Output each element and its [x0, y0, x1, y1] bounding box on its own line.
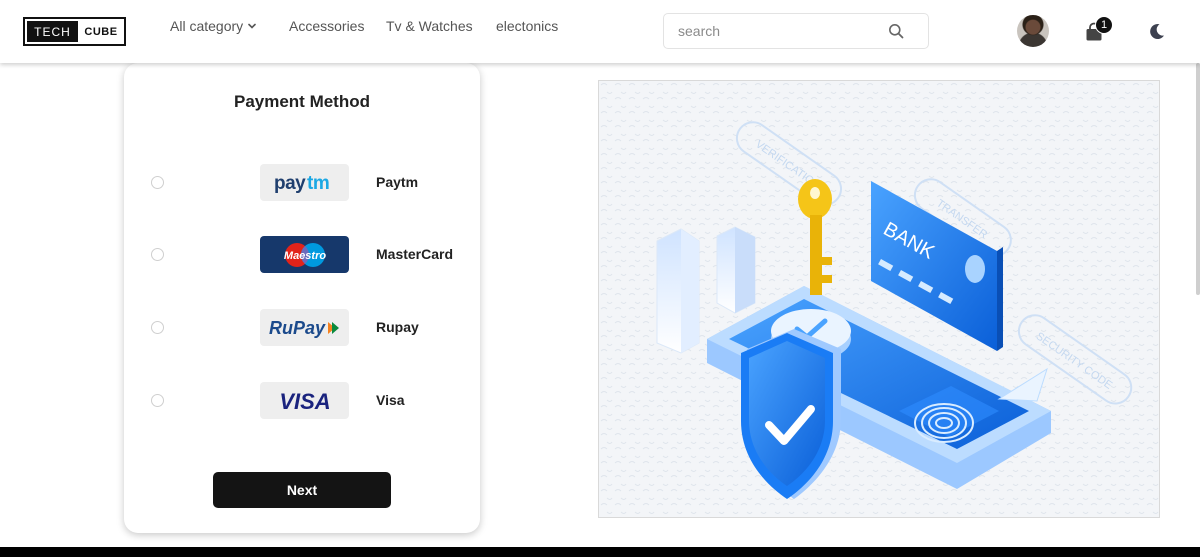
user-avatar[interactable]: [1017, 15, 1049, 47]
paytm-radio[interactable]: [151, 176, 164, 189]
payment-option-paytm[interactable]: pay tm Paytm: [124, 164, 480, 201]
mastercard-radio[interactable]: [151, 248, 164, 261]
paytm-label: Paytm: [376, 174, 419, 190]
maestro-logo: Maestro: [260, 236, 349, 273]
nav-electronics[interactable]: electonics: [496, 18, 558, 34]
mastercard-label: MasterCard: [376, 246, 454, 262]
payment-option-visa[interactable]: VISA Visa: [124, 382, 480, 419]
nav-all-category-label: All category: [170, 18, 244, 34]
payment-option-rupay[interactable]: RuPay Rupay: [124, 309, 480, 346]
rupay-logo: RuPay: [260, 309, 349, 346]
maestro-logo-mark: Maestro: [283, 242, 326, 267]
svg-text:VISA: VISA: [279, 390, 330, 412]
search-icon[interactable]: [888, 23, 904, 39]
cart-count-badge: 1: [1095, 16, 1113, 34]
secure-payment-art: VERIFICATION TRANSFER SECURITY CODE BANK: [599, 81, 1159, 517]
svg-text:pay: pay: [274, 173, 306, 194]
moon-icon[interactable]: [1148, 23, 1165, 40]
top-navbar: TECH CUBE All category Accessories Tv & …: [0, 0, 1200, 63]
visa-logo: VISA: [260, 382, 349, 419]
nav-accessories[interactable]: Accessories: [289, 18, 364, 34]
svg-text:tm: tm: [307, 173, 329, 194]
next-button[interactable]: Next: [213, 472, 391, 508]
rupay-radio[interactable]: [151, 321, 164, 334]
rupay-logo-mark: RuPay: [269, 318, 339, 338]
payment-method-title: Payment Method: [233, 92, 371, 111]
paytm-logo: pay tm: [260, 164, 349, 201]
cart-button[interactable]: 1: [1084, 16, 1116, 46]
paytm-logo-mark: pay tm: [274, 173, 330, 194]
nav-tv-watches[interactable]: Tv & Watches: [386, 18, 473, 34]
tech-cube-logo[interactable]: TECH CUBE: [23, 17, 126, 46]
svg-text:Maestro: Maestro: [283, 250, 325, 262]
secure-payment-illustration: VERIFICATION TRANSFER SECURITY CODE BANK: [598, 80, 1160, 518]
payment-method-card: Payment Method pay tm Paytm Maestro Mast…: [124, 63, 480, 533]
bottom-bar: [0, 547, 1200, 557]
svg-text:RuPay: RuPay: [269, 318, 326, 338]
visa-radio[interactable]: [151, 394, 164, 407]
nav-accessories-label: Accessories: [289, 18, 365, 34]
search-input[interactable]: [678, 23, 888, 39]
payment-option-mastercard[interactable]: Maestro MasterCard: [124, 236, 480, 273]
chevron-down-icon: [248, 23, 256, 29]
page-scrollbar[interactable]: [1196, 63, 1200, 295]
nav-tv-watches-label: Tv & Watches: [386, 18, 473, 34]
nav-all-category[interactable]: All category: [170, 18, 257, 34]
nav-electronics-label: electonics: [496, 18, 559, 34]
logo-tech-text: TECH: [27, 21, 78, 42]
visa-label: Visa: [376, 392, 405, 408]
visa-logo-mark: VISA: [279, 390, 330, 412]
rupay-label: Rupay: [376, 319, 419, 335]
logo-cube-text: CUBE: [84, 25, 118, 38]
search-box: [663, 13, 929, 49]
